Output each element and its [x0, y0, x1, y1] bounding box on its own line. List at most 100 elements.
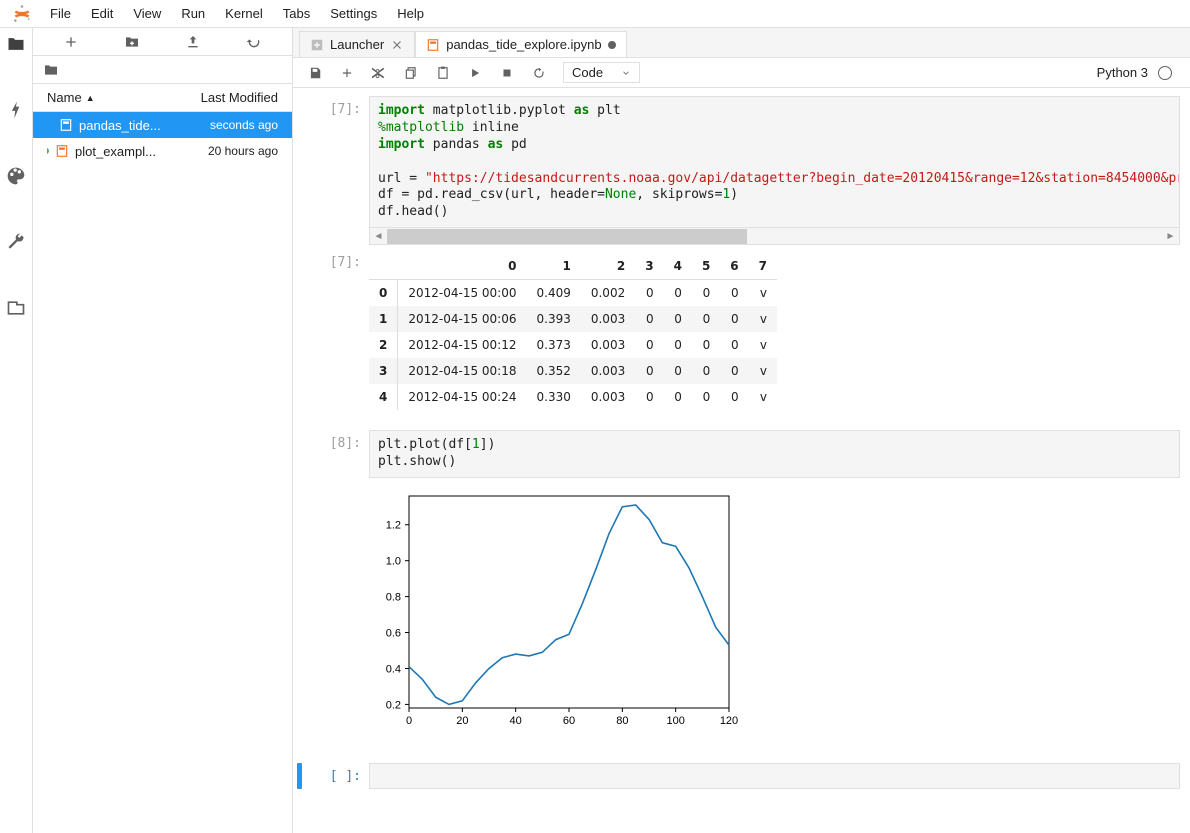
- input-prompt: [8]:: [297, 430, 369, 478]
- refresh-button[interactable]: [223, 34, 284, 50]
- file-modified: seconds ago: [210, 118, 278, 132]
- y-tick-label: 1.0: [386, 556, 401, 568]
- notebook[interactable]: [7]: import matplotlib.pyplot as plt %ma…: [293, 88, 1190, 833]
- table-cell: 2012-04-15 00:00: [398, 280, 527, 307]
- table-cell: 0: [635, 384, 663, 410]
- table-cell: 0.409: [527, 280, 581, 307]
- row-index: 3: [369, 358, 398, 384]
- table-cell: 0: [720, 384, 748, 410]
- x-tick-label: 40: [510, 715, 522, 727]
- file-row[interactable]: pandas_tide... seconds ago: [33, 112, 292, 138]
- table-cell: 0: [635, 358, 663, 384]
- output-cell: 0204060801001200.20.40.60.81.01.2: [293, 480, 1190, 741]
- table-cell: 0: [692, 358, 720, 384]
- menu-tabs[interactable]: Tabs: [273, 2, 320, 25]
- column-header: 0: [398, 253, 527, 280]
- filelist-header: Name ▲ Last Modified: [33, 84, 292, 112]
- file-name: pandas_tide...: [79, 118, 161, 133]
- menubar: FileEditViewRunKernelTabsSettingsHelp: [0, 0, 1190, 28]
- y-tick-label: 0.8: [386, 592, 401, 604]
- menu-help[interactable]: Help: [387, 2, 434, 25]
- table-cell: 0: [635, 280, 663, 307]
- table-cell: 2012-04-15 00:18: [398, 358, 527, 384]
- table-cell: 0.003: [581, 332, 635, 358]
- tab-bar: Launcher pandas_tide_explore.ipynb: [293, 28, 1190, 58]
- paste-button[interactable]: [429, 61, 457, 85]
- tab[interactable]: pandas_tide_explore.ipynb: [415, 31, 626, 57]
- x-tick-label: 0: [406, 715, 412, 727]
- column-header: 3: [635, 253, 663, 280]
- column-header: 2: [581, 253, 635, 280]
- sort-caret-icon: ▲: [86, 93, 95, 103]
- menu-edit[interactable]: Edit: [81, 2, 123, 25]
- tabs-icon[interactable]: [6, 298, 26, 318]
- menu-run[interactable]: Run: [171, 2, 215, 25]
- scroll-left-icon[interactable]: ◄: [370, 231, 387, 242]
- kernel-status-icon[interactable]: [1158, 66, 1172, 80]
- active-code-cell[interactable]: [ ]:: [293, 757, 1190, 795]
- menu-file[interactable]: File: [40, 2, 81, 25]
- y-tick-label: 1.2: [386, 520, 401, 532]
- table-cell: 0.393: [527, 306, 581, 332]
- running-icon[interactable]: [6, 100, 26, 120]
- column-name[interactable]: Name ▲: [47, 90, 95, 105]
- new-folder-button[interactable]: [102, 34, 163, 50]
- code-cell[interactable]: [7]: import matplotlib.pyplot as plt %ma…: [293, 94, 1190, 247]
- x-tick-label: 80: [616, 715, 628, 727]
- table-cell: 0.003: [581, 306, 635, 332]
- table-cell: 0: [635, 306, 663, 332]
- run-button[interactable]: [461, 61, 489, 85]
- code-input[interactable]: plt.plot(df[1]) plt.show(): [369, 430, 1180, 478]
- menu-kernel[interactable]: Kernel: [215, 2, 273, 25]
- table-cell: 0: [720, 332, 748, 358]
- code-cell[interactable]: [8]: plt.plot(df[1]) plt.show(): [293, 428, 1190, 480]
- x-tick-label: 120: [720, 715, 738, 727]
- table-cell: 2012-04-15 00:06: [398, 306, 527, 332]
- table-cell: 0: [720, 280, 748, 307]
- cut-button[interactable]: [365, 61, 393, 85]
- table-cell: 0: [692, 384, 720, 410]
- table-cell: 0: [664, 306, 692, 332]
- output-cell: [7]: 0123456702012-04-15 00:000.4090.002…: [293, 247, 1190, 412]
- column-header: 5: [692, 253, 720, 280]
- column-header: 4: [664, 253, 692, 280]
- close-icon[interactable]: [390, 38, 404, 52]
- input-prompt: [ ]:: [316, 763, 369, 789]
- chevron-down-icon: [621, 68, 631, 78]
- horizontal-scrollbar[interactable]: ◄ ►: [369, 228, 1180, 245]
- menu-view[interactable]: View: [123, 2, 171, 25]
- code-input[interactable]: import matplotlib.pyplot as plt %matplot…: [369, 96, 1180, 228]
- row-index: 2: [369, 332, 398, 358]
- save-button[interactable]: [301, 61, 329, 85]
- document-area: Launcher pandas_tide_explore.ipynb Code P…: [293, 28, 1190, 833]
- palette-icon[interactable]: [6, 166, 26, 186]
- line-chart: 0204060801001200.20.40.60.81.01.2: [369, 486, 739, 736]
- kernel-name[interactable]: Python 3: [1097, 65, 1148, 80]
- table-cell: 0.373: [527, 332, 581, 358]
- restart-button[interactable]: [525, 61, 553, 85]
- add-cell-button[interactable]: [333, 61, 361, 85]
- copy-button[interactable]: [397, 61, 425, 85]
- activity-bar: [0, 28, 33, 833]
- menu: FileEditViewRunKernelTabsSettingsHelp: [40, 2, 434, 25]
- tab[interactable]: Launcher: [299, 31, 415, 57]
- celltype-select[interactable]: Code: [563, 62, 640, 83]
- table-cell: 0: [664, 280, 692, 307]
- folder-icon[interactable]: [6, 34, 26, 54]
- new-launcher-button[interactable]: [41, 34, 102, 50]
- table-cell: v: [749, 280, 777, 307]
- file-modified: 20 hours ago: [208, 144, 278, 158]
- menu-settings[interactable]: Settings: [320, 2, 387, 25]
- table-cell: v: [749, 384, 777, 410]
- table-cell: 0: [664, 384, 692, 410]
- column-modified[interactable]: Last Modified: [201, 90, 278, 105]
- upload-button[interactable]: [163, 34, 224, 50]
- file-row[interactable]: plot_exampl... 20 hours ago: [33, 138, 292, 164]
- code-input[interactable]: [369, 763, 1180, 789]
- tab-label: pandas_tide_explore.ipynb: [446, 37, 601, 52]
- breadcrumb[interactable]: [33, 56, 292, 84]
- scroll-right-icon[interactable]: ►: [1162, 231, 1179, 242]
- stop-button[interactable]: [493, 61, 521, 85]
- wrench-icon[interactable]: [6, 232, 26, 252]
- scrollbar-thumb[interactable]: [387, 229, 747, 244]
